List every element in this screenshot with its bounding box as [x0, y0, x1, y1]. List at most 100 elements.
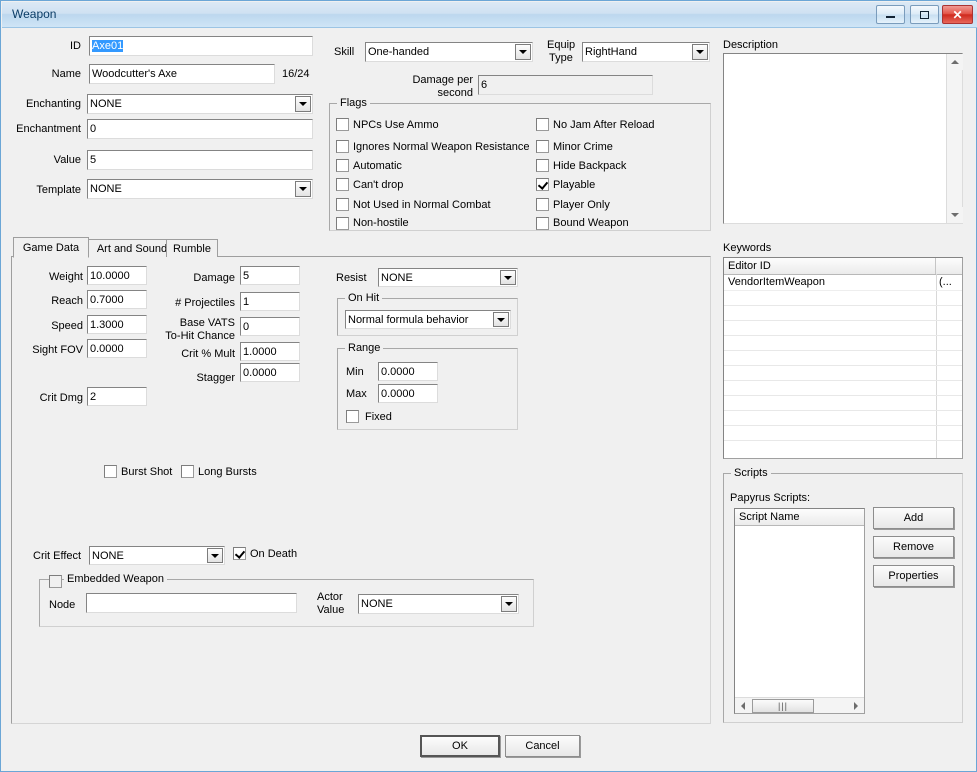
tab-game-data[interactable]: Game Data [13, 237, 89, 258]
flag-checkbox-playable[interactable] [536, 178, 549, 191]
maximize-button[interactable] [910, 5, 939, 24]
burst-shot-checkbox[interactable] [104, 465, 117, 478]
scroll-left-icon[interactable] [735, 698, 751, 714]
add-script-button[interactable]: Add [873, 507, 954, 529]
on-death-label: On Death [250, 548, 298, 560]
flag-label-non-hostile: Non-hostile [353, 217, 409, 229]
tab-rumble[interactable]: Rumble [166, 239, 218, 257]
close-icon: ✕ [952, 7, 963, 22]
value-input[interactable]: 5 [87, 150, 313, 170]
embedded-weapon-group-title: Embedded Weapon [64, 573, 168, 585]
flag-checkbox-non-hostile[interactable] [336, 217, 349, 230]
flag-checkbox-no-jam-after-reload[interactable] [536, 118, 549, 131]
flag-label-player-only: Player Only [553, 199, 610, 211]
sight-fov-label: Sight FOV [32, 344, 83, 356]
flag-checkbox-player-only[interactable] [536, 198, 549, 211]
keywords-column-editor-id[interactable]: Editor ID [724, 258, 936, 274]
enchantment-input[interactable]: 0 [87, 119, 313, 139]
on-death-checkbox[interactable] [233, 547, 246, 560]
actor-value-dropdown[interactable]: NONE [358, 594, 519, 614]
keywords-column-extra[interactable] [936, 258, 962, 274]
scripts-hscrollbar[interactable]: ||| [735, 697, 864, 713]
chevron-down-icon[interactable] [501, 596, 517, 612]
long-bursts-checkbox[interactable] [181, 465, 194, 478]
description-scrollbar[interactable] [946, 54, 963, 223]
range-fixed-checkbox[interactable] [346, 410, 359, 423]
reach-label: Reach [51, 295, 83, 307]
skill-dropdown[interactable]: One-handed [365, 42, 533, 62]
chevron-down-icon[interactable] [515, 44, 531, 60]
name-input[interactable]: Woodcutter's Axe [89, 64, 275, 84]
resist-dropdown[interactable]: NONE [378, 268, 518, 287]
id-input[interactable]: Axe01 [89, 36, 313, 56]
projectiles-input[interactable]: 1 [240, 292, 300, 311]
template-value: NONE [90, 183, 122, 195]
title-bar[interactable]: Weapon ✕ [2, 2, 977, 28]
chevron-down-icon[interactable] [295, 181, 311, 197]
crit-effect-label: Crit Effect [33, 550, 82, 562]
range-fixed-label: Fixed [365, 411, 392, 423]
flag-checkbox-ignores-normal-weapon-resistance[interactable] [336, 140, 349, 153]
sight-fov-input[interactable]: 0.0000 [87, 339, 147, 358]
scripts-hscroll-thumb[interactable]: ||| [752, 699, 814, 713]
crit-dmg-input[interactable]: 2 [87, 387, 147, 406]
weapon-dialog-window: Weapon ✕ ID Axe01 Name Woodcutter's Axe … [0, 0, 977, 772]
keywords-title: Keywords [723, 242, 772, 254]
flag-label-hide-backpack: Hide Backpack [553, 160, 627, 172]
weight-input[interactable]: 10.0000 [87, 266, 147, 285]
chevron-down-icon[interactable] [493, 312, 509, 327]
node-input[interactable] [86, 593, 297, 613]
template-dropdown[interactable]: NONE [87, 179, 313, 199]
chevron-down-icon[interactable] [207, 548, 223, 563]
scripts-list[interactable]: Script Name ||| [734, 508, 865, 714]
template-label: Template [36, 184, 81, 196]
remove-script-button[interactable]: Remove [873, 536, 954, 558]
scroll-down-icon[interactable] [947, 207, 963, 223]
speed-input[interactable]: 1.3000 [87, 315, 147, 334]
vats-label-line2: To-Hit Chance [165, 330, 235, 342]
keywords-list[interactable]: Editor ID VendorItemWeapon (... [723, 257, 963, 459]
enchanting-dropdown[interactable]: NONE [87, 94, 313, 114]
on-hit-dropdown[interactable]: Normal formula behavior [345, 310, 511, 329]
equip-type-dropdown[interactable]: RightHand [582, 42, 710, 62]
tab-art-and-sound[interactable]: Art and Sound [88, 239, 176, 257]
flag-checkbox-bound-weapon[interactable] [536, 217, 549, 230]
flag-checkbox-not-used-in-normal-combat[interactable] [336, 198, 349, 211]
crit-mult-input[interactable]: 1.0000 [240, 342, 300, 361]
damage-input[interactable]: 5 [240, 266, 300, 285]
skill-label: Skill [334, 46, 355, 58]
range-max-input[interactable]: 0.0000 [378, 384, 438, 403]
vats-input[interactable]: 0 [240, 317, 300, 336]
cancel-button[interactable]: Cancel [505, 735, 580, 757]
flag-label-cant-drop: Can't drop [353, 179, 404, 191]
flag-checkbox-hide-backpack[interactable] [536, 159, 549, 172]
range-max-label: Max [346, 388, 367, 400]
flag-checkbox-automatic[interactable] [336, 159, 349, 172]
description-textarea[interactable] [723, 53, 963, 224]
script-properties-label: Properties [888, 570, 939, 582]
scroll-right-icon[interactable] [848, 698, 864, 714]
ok-button[interactable]: OK [420, 735, 500, 757]
chevron-down-icon[interactable] [295, 96, 311, 112]
flag-checkbox-minor-crime[interactable] [536, 140, 549, 153]
minimize-button[interactable] [876, 5, 905, 24]
script-properties-button[interactable]: Properties [873, 565, 954, 587]
chevron-down-icon[interactable] [692, 44, 708, 60]
flag-checkbox-cant-drop[interactable] [336, 178, 349, 191]
chevron-down-icon[interactable] [500, 270, 516, 285]
equip-type-label-line2: Type [549, 52, 573, 64]
crit-effect-dropdown[interactable]: NONE [89, 546, 225, 565]
flag-checkbox-npcs-use-ammo[interactable] [336, 118, 349, 131]
stagger-input[interactable]: 0.0000 [240, 363, 300, 382]
on-hit-group-title: On Hit [345, 292, 383, 304]
close-button[interactable]: ✕ [942, 5, 973, 24]
scripts-column-script-name[interactable]: Script Name [735, 509, 864, 525]
flag-label-automatic: Automatic [353, 160, 402, 172]
id-input-value: Axe01 [92, 40, 124, 52]
reach-input[interactable]: 0.7000 [87, 290, 147, 309]
scroll-up-icon[interactable] [947, 54, 963, 70]
embedded-weapon-checkbox[interactable] [49, 575, 62, 588]
range-min-input[interactable]: 0.0000 [378, 362, 438, 381]
keywords-row[interactable]: VendorItemWeapon (... [724, 275, 962, 291]
ok-button-label: OK [452, 740, 468, 752]
